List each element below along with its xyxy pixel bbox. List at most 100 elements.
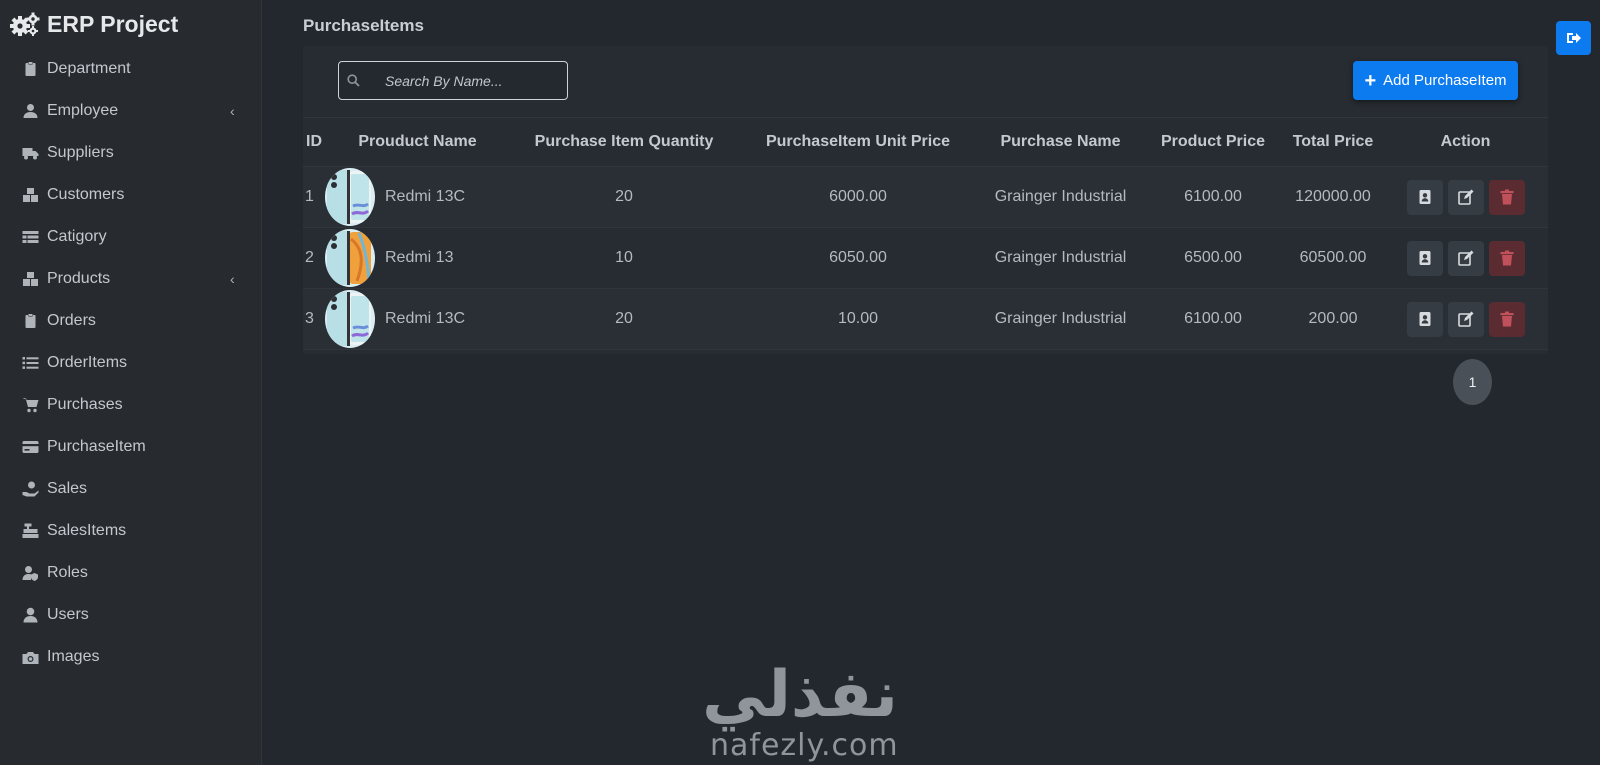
cell-quantity: 20 [510,288,738,350]
cell-actions [1383,166,1548,228]
truck-icon [19,144,41,162]
sidebar-item-label: Purchases [47,396,123,413]
cell-total-price: 60500.00 [1283,227,1383,289]
sidebar-item-label: OrderItems [47,354,128,371]
table-header-row: ID Prouduct Name Purchase Item Quantity Pur… [303,117,1548,167]
cell-product-price: 6500.00 [1143,227,1283,289]
list-icon [19,354,41,372]
edit-button[interactable] [1447,179,1484,215]
plus-icon: + [1364,69,1377,92]
product-image [325,168,375,226]
sidebar-item-images[interactable]: Images [0,636,261,678]
sidebar-item-purchaseitem[interactable]: PurchaseItem [0,426,261,468]
delete-button[interactable] [1488,240,1525,276]
sidebar-item-department[interactable]: Department [0,48,261,90]
sidebar-item-roles[interactable]: Roles [0,552,261,594]
sidebar-item-label: Catigory [47,228,107,245]
hand-dollar-icon [19,480,41,498]
camera-icon [19,648,41,666]
delete-button[interactable] [1488,179,1525,215]
user-icon [19,606,41,624]
table-body: 1 Redmi 13C 20 6000.00 Grainger Industrial 61… [303,166,1548,350]
add-purchase-item-button[interactable]: + Add PurchaseItem [1353,61,1518,100]
sidebar-item-salesitems[interactable]: SalesItems [0,510,261,552]
add-purchase-item-label: Add PurchaseItem [1383,72,1507,89]
id-card-icon [1419,190,1430,204]
product-image [325,229,375,287]
sidebar: ERP Project Department Employee ‹ Suppliers… [0,0,262,765]
chevron-left-icon: ‹ [230,103,235,119]
sidebar-item-label: Users [47,606,89,623]
view-button[interactable] [1406,301,1443,337]
sign-out-icon [1566,33,1581,43]
product-name: Redmi 13C [385,310,466,327]
brand-title: ERP Project [47,10,179,37]
sidebar-item-purchases[interactable]: Purchases [0,384,261,426]
cell-product-price: 6100.00 [1143,288,1283,350]
cell-total-price: 120000.00 [1283,166,1383,228]
cell-id: 3 [303,288,325,350]
trash-icon [1500,250,1513,266]
chevron-left-icon: ‹ [230,271,235,287]
sidebar-item-label: Suppliers [47,144,114,161]
watermark-arabic: نفذلي [702,658,898,732]
edit-button[interactable] [1447,301,1484,337]
sidebar-item-orders[interactable]: Orders [0,300,261,342]
cell-product-price: 6100.00 [1143,166,1283,228]
sidebar-item-label: Employee [47,102,119,119]
user-tie-icon [19,102,41,120]
trash-icon [1500,189,1513,205]
column-header-product-price: Product Price [1143,117,1283,167]
edit-icon [1457,311,1473,327]
edit-button[interactable] [1447,240,1484,276]
cell-id: 1 [303,166,325,228]
boxes-icon [19,270,41,288]
delete-button[interactable] [1488,301,1525,337]
sidebar-item-suppliers[interactable]: Suppliers [0,132,261,174]
user-shield-icon [19,564,41,582]
cell-quantity: 20 [510,166,738,228]
page-title: PurchaseItems [303,16,424,35]
view-button[interactable] [1406,240,1443,276]
search-box[interactable] [338,61,568,100]
sidebar-item-sales[interactable]: Sales [0,468,261,510]
sidebar-item-users[interactable]: Users [0,594,261,636]
cell-total-price: 200.00 [1283,288,1383,350]
cell-product: Redmi 13C [325,166,510,228]
clipboard-icon [19,312,41,330]
column-header-prouduct-name: Prouduct Name [325,117,510,167]
cogs-icon [10,12,40,36]
sidebar-item-orderitems[interactable]: OrderItems [0,342,261,384]
cell-purchase-name: Grainger Industrial [978,288,1143,350]
sidebar-item-label: Sales [47,480,88,497]
trash-icon [1500,311,1513,327]
cell-actions [1383,227,1548,289]
brand[interactable]: ERP Project [0,0,261,48]
logout-button[interactable] [1556,21,1591,55]
sidebar-item-label: Orders [47,312,96,329]
pagination-page-1[interactable]: 1 [1453,359,1492,405]
id-card-icon [1419,312,1430,326]
search-input[interactable] [385,62,565,99]
edit-icon [1457,250,1473,266]
sidebar-item-catigory[interactable]: Catigory [0,216,261,258]
cash-register-icon [19,522,41,540]
column-header-purchase-item-quantity: Purchase Item Quantity [510,117,738,167]
view-button[interactable] [1406,179,1443,215]
sidebar-item-products[interactable]: Products ‹ [0,258,261,300]
product-name: Redmi 13C [385,188,466,205]
product-name: Redmi 13 [385,249,454,266]
sidebar-item-employee[interactable]: Employee ‹ [0,90,261,132]
table-row: 3 Redmi 13C 20 10.00 Grainger Industrial 6100… [303,288,1548,350]
watermark-latin: nafezly.com [710,728,899,763]
cart-icon [19,396,41,414]
cell-purchase-name: Grainger Industrial [978,227,1143,289]
cell-unit-price: 6050.00 [738,227,978,289]
table-icon [19,228,41,246]
cell-id: 2 [303,227,325,289]
product-image [325,290,375,348]
sidebar-item-label: Customers [47,186,125,203]
column-header-purchaseitem-unit-price: PurchaseItem Unit Price [738,117,978,167]
table-row: 2 Redmi 13 10 6050.00 Grainger Industrial 650… [303,227,1548,289]
sidebar-item-customers[interactable]: Customers [0,174,261,216]
